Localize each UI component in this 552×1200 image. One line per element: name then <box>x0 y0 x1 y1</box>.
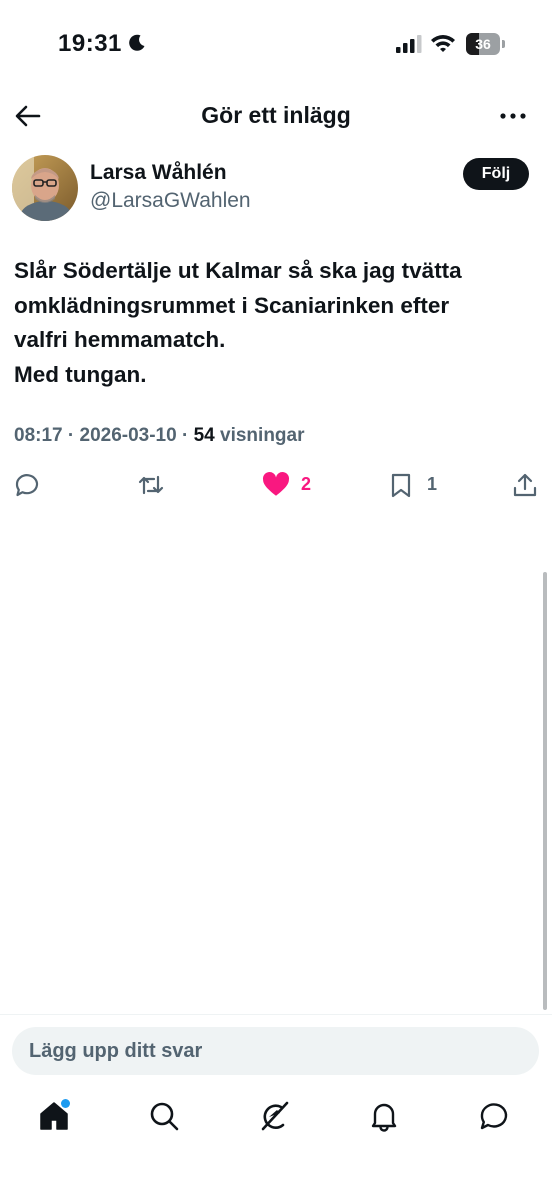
wifi-icon <box>431 35 455 52</box>
like-button[interactable]: 2 <box>262 470 322 500</box>
post-text: Slår Södertälje ut Kalmar så ska jag tvä… <box>14 254 539 392</box>
scrollbar[interactable] <box>543 572 547 1010</box>
post-text-line: Slår Södertälje ut Kalmar så ska jag tvä… <box>14 258 462 283</box>
post-date: 2026-03-10 <box>79 425 177 446</box>
author-name[interactable]: Larsa Wåhlén <box>90 161 227 185</box>
grok-icon <box>261 1101 289 1131</box>
bookmark-icon <box>391 473 411 498</box>
post-meta: 08:17 · 2026-03-10 · 54 visningar <box>14 425 305 447</box>
views-label[interactable]: visningar <box>220 425 304 446</box>
tab-search[interactable] <box>148 1100 184 1136</box>
post-text-line: valfri hemmamatch. <box>14 327 226 352</box>
notification-dot <box>61 1099 70 1108</box>
status-bar: 19:31 36 <box>0 0 552 90</box>
divider <box>0 1014 552 1015</box>
avatar[interactable] <box>12 155 78 221</box>
tab-grok[interactable] <box>258 1100 294 1136</box>
author-handle[interactable]: @LarsaGWahlen <box>90 189 251 213</box>
tab-notifications[interactable] <box>368 1100 404 1136</box>
reply-input[interactable] <box>12 1027 539 1075</box>
reply-icon <box>15 474 39 497</box>
status-time: 19:31 <box>58 30 122 57</box>
top-header: Gör ett inlägg <box>0 92 552 140</box>
share-icon <box>513 473 537 497</box>
retweet-icon <box>138 475 164 495</box>
follow-button[interactable]: Följ <box>463 158 529 190</box>
reply-button[interactable] <box>14 470 44 500</box>
battery-icon: 36 <box>466 33 506 55</box>
bookmark-button[interactable]: 1 <box>388 470 443 500</box>
post-time: 08:17 <box>14 425 63 446</box>
retweet-button[interactable] <box>136 470 168 500</box>
views-count[interactable]: 54 <box>194 425 215 446</box>
heart-filled-icon <box>262 471 290 496</box>
share-button[interactable] <box>512 470 542 500</box>
more-horizontal-icon[interactable] <box>496 102 530 130</box>
messages-icon <box>480 1103 508 1130</box>
meta-separator: · <box>181 425 189 446</box>
post-text-line: omklädningsrummet i Scaniarinken efter <box>14 292 450 318</box>
like-count: 2 <box>301 474 312 494</box>
tab-messages[interactable] <box>478 1100 514 1136</box>
search-icon <box>150 1102 179 1131</box>
cellular-signal-icon <box>396 35 422 53</box>
meta-separator: · <box>67 425 75 446</box>
bookmark-count: 1 <box>427 474 438 494</box>
post-text-line: Med tungan. <box>14 361 147 387</box>
page-title: Gör ett inlägg <box>201 102 351 128</box>
moon-icon <box>129 34 145 51</box>
bell-icon <box>371 1103 397 1132</box>
battery-level: 36 <box>475 36 491 52</box>
